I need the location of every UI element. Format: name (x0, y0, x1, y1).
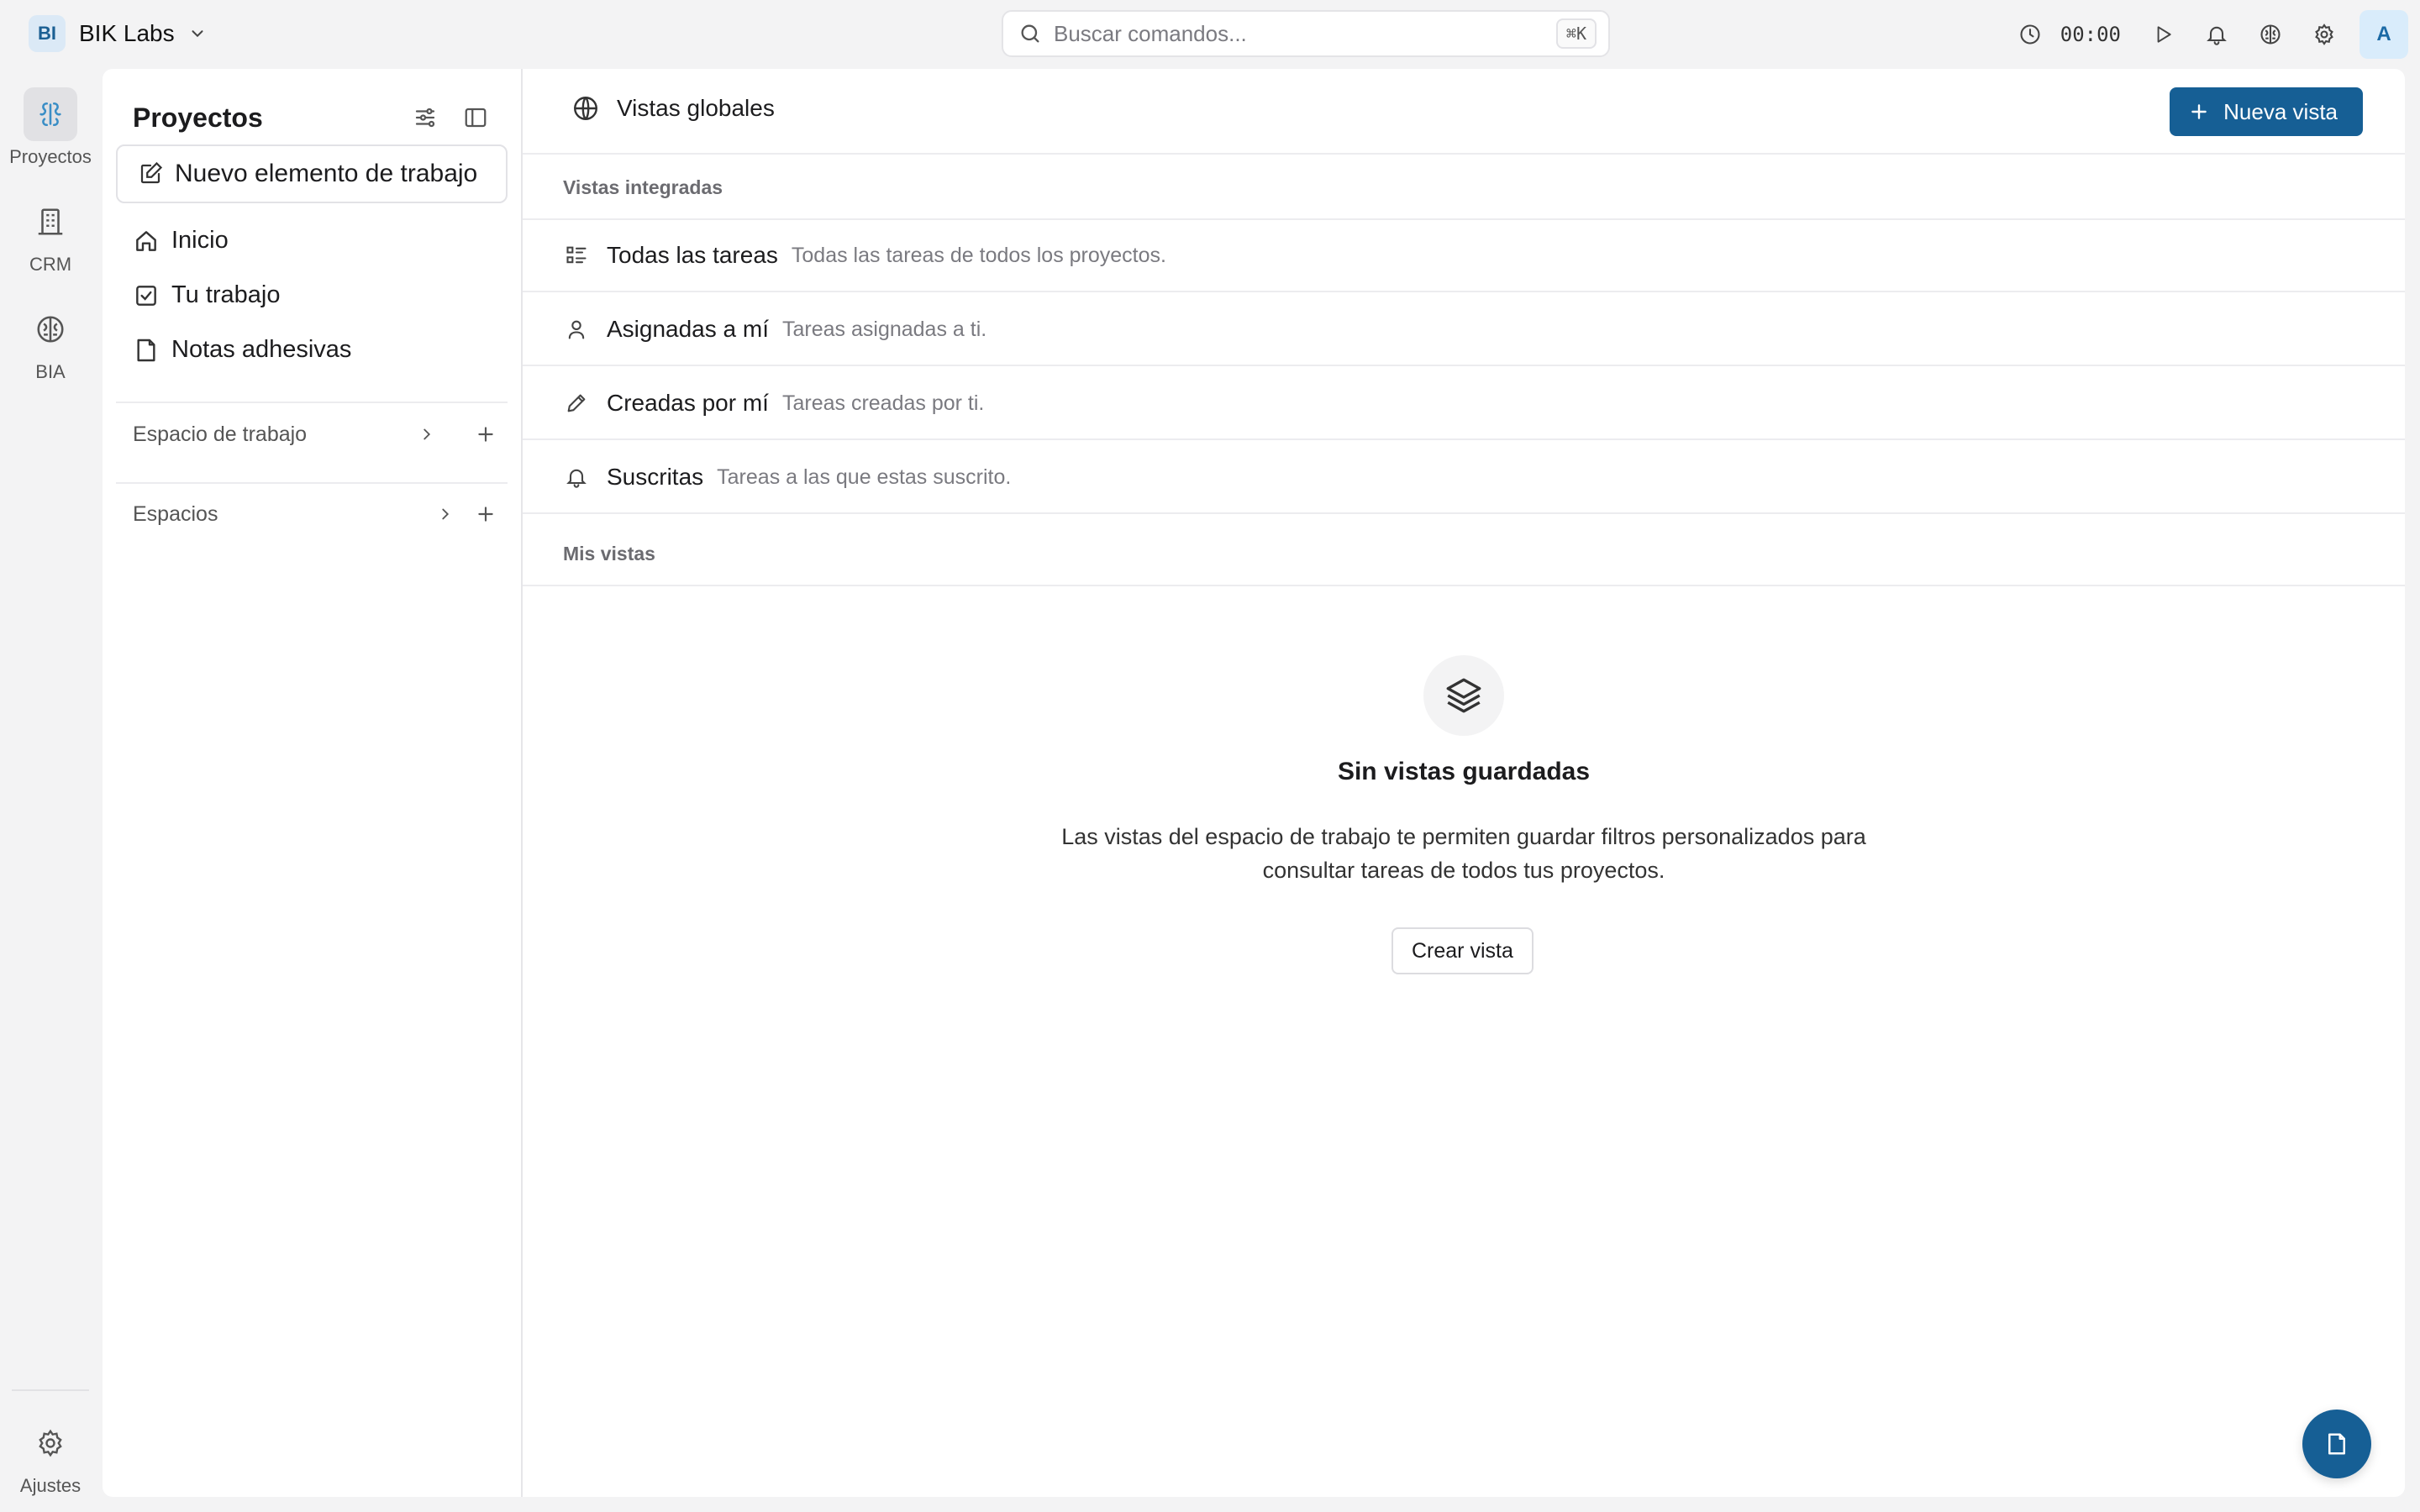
view-name: Asignadas a mí (607, 316, 769, 342)
sidebar-title: Proyectos (133, 102, 263, 133)
note-icon (133, 337, 160, 364)
user-icon (563, 316, 590, 343)
new-work-item-label: Nuevo elemento de trabajo (175, 160, 478, 187)
sidebar-divider (116, 482, 508, 484)
plus-icon[interactable] (466, 414, 506, 454)
view-row-todas[interactable]: Todas las tareas Todas las tareas de tod… (523, 220, 2405, 292)
rail-label-ajustes: Ajustes (19, 1475, 82, 1496)
rail-label-bia: BIA (35, 361, 66, 382)
gear-icon[interactable] (2297, 8, 2351, 61)
workspace-badge: BI (29, 15, 66, 52)
sidebar-item-notas[interactable]: Notas adhesivas (133, 336, 351, 364)
bell-icon (563, 464, 590, 491)
plus-icon[interactable] (466, 494, 506, 534)
empty-state-description: Las vistas del espacio de trabajo te per… (1061, 824, 1866, 883)
new-work-item-button[interactable]: Nuevo elemento de trabajo (116, 144, 508, 203)
sidebar-header: Proyectos (133, 94, 499, 141)
rail-item-proyectos[interactable]: Proyectos (0, 87, 101, 168)
main-content: Vistas globales Nueva vista Vistas integ… (523, 69, 2405, 1497)
command-search[interactable]: ⌘K (1002, 10, 1610, 57)
view-description: Tareas a las que estas suscrito. (717, 465, 1012, 489)
view-row-suscritas[interactable]: Suscritas Tareas a las que estas suscrit… (523, 442, 2405, 514)
workspace-name: BIK Labs (79, 20, 175, 46)
rail-label-proyectos: Proyectos (9, 146, 92, 167)
section-espacios[interactable]: Espacios (133, 493, 506, 535)
brain-icon (24, 302, 77, 356)
rail-item-bia[interactable]: BIA (0, 302, 101, 383)
main-header: Vistas globales Nueva vista (523, 69, 2405, 155)
timer-display: 00:00 (2060, 23, 2121, 46)
sidebar-item-label: Inicio (171, 227, 229, 254)
section-label: Espacios (133, 501, 218, 526)
view-row-creadas[interactable]: Creadas por mí Tareas creadas por ti. (523, 368, 2405, 440)
workspace-switcher[interactable]: BI BIK Labs (29, 15, 207, 52)
app-rail: Proyectos CRM BIA Ajustes (0, 69, 101, 1512)
divider (523, 585, 2405, 586)
rail-item-ajustes[interactable]: Ajustes (0, 1416, 101, 1497)
page-title: Vistas globales (571, 94, 775, 123)
my-views-label: Mis vistas (563, 543, 655, 564)
building-icon (24, 195, 77, 249)
sliders-icon[interactable] (402, 94, 449, 141)
bell-icon[interactable] (2190, 8, 2244, 61)
search-input[interactable] (1054, 20, 1544, 47)
clock-icon[interactable] (2003, 8, 2057, 61)
projects-icon (24, 87, 77, 141)
view-description: Tareas creadas por ti. (781, 391, 985, 415)
floating-action-button[interactable] (2302, 1410, 2371, 1478)
shortcut-hint: ⌘K (1555, 18, 1597, 49)
sidebar-divider (116, 402, 508, 403)
list-icon (563, 242, 590, 269)
rail-label-crm: CRM (29, 254, 72, 275)
sidebar-item-label: Tu trabajo (171, 281, 281, 308)
empty-state-title: Sin vistas guardadas (1337, 758, 1591, 785)
new-view-button[interactable]: Nueva vista (2170, 87, 2363, 136)
top-bar: BI BIK Labs ⌘K 00:00 A (0, 0, 2420, 69)
plus-icon (2188, 101, 2210, 123)
play-icon[interactable] (2136, 8, 2190, 61)
chevron-down-icon (188, 24, 207, 43)
create-view-button[interactable]: Crear vista (1392, 927, 1534, 974)
new-view-label: Nueva vista (2223, 98, 2338, 124)
view-description: Tareas asignadas a ti. (782, 317, 987, 341)
sidebar-item-label: Notas adhesivas (171, 336, 352, 363)
search-icon (1018, 22, 1042, 45)
view-name: Suscritas (607, 464, 704, 490)
builtin-views-label: Vistas integradas (563, 176, 723, 198)
brain-icon[interactable] (2244, 8, 2297, 61)
view-name: Todas las tareas (607, 242, 778, 268)
gear-icon (24, 1416, 77, 1470)
view-name: Creadas por mí (607, 390, 769, 416)
section-espacio-de-trabajo[interactable]: Espacio de trabajo (133, 413, 506, 455)
view-row-asignadas[interactable]: Asignadas a mí Tareas asignadas a ti. (523, 294, 2405, 366)
pencil-icon (563, 390, 590, 417)
section-label: Espacio de trabajo (133, 422, 308, 446)
page-title-text: Vistas globales (617, 95, 775, 121)
globe-icon (571, 94, 600, 123)
layers-icon (1423, 655, 1504, 736)
sidebar-item-inicio[interactable]: Inicio (133, 227, 229, 255)
checkbox-icon (133, 282, 160, 309)
top-actions: 00:00 A (2003, 0, 2420, 69)
chevron-right-icon[interactable] (407, 414, 447, 454)
user-avatar[interactable]: A (2360, 10, 2408, 59)
note-icon (2324, 1431, 2349, 1457)
sidebar-toggle-icon[interactable] (452, 94, 499, 141)
view-description: Todas las tareas de todos los proyectos. (791, 243, 1166, 267)
edit-icon (138, 161, 163, 186)
home-icon (133, 228, 160, 255)
chevron-right-icon[interactable] (425, 494, 466, 534)
project-sidebar: Proyectos Nuevo elemento de trabajo Inic… (103, 69, 523, 1497)
rail-divider (12, 1389, 89, 1391)
sidebar-item-tu-trabajo[interactable]: Tu trabajo (133, 281, 281, 309)
rail-item-crm[interactable]: CRM (0, 195, 101, 276)
